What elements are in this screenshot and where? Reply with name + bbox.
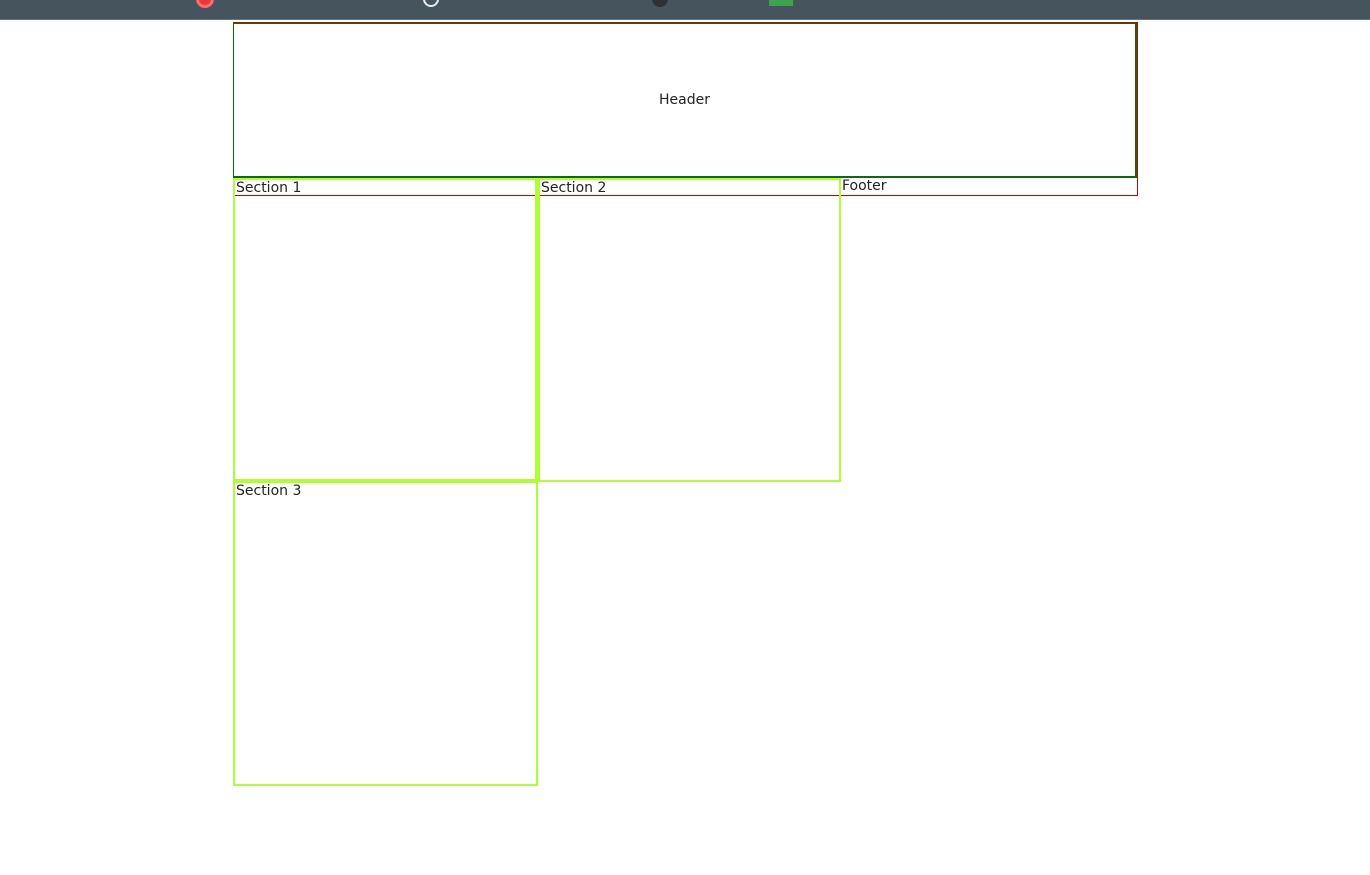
- section-2-box: Section 2: [537, 178, 841, 482]
- header-box: Header: [233, 23, 1137, 178]
- bookmark-dark-icon[interactable]: [652, 0, 668, 7]
- section-1-box: Section 1: [233, 178, 537, 483]
- bookmark-green-icon[interactable]: [769, 0, 793, 6]
- bookmark-red-icon[interactable]: [196, 0, 214, 8]
- header-label: Header: [659, 92, 710, 108]
- section-1-label: Section 1: [236, 180, 302, 196]
- bookmark-ring-icon[interactable]: [423, 0, 439, 7]
- section-3-label: Section 3: [236, 483, 302, 499]
- footer-label: Footer: [842, 178, 887, 194]
- bookmarks-bar: [0, 0, 1370, 20]
- section-2-label: Section 2: [541, 180, 607, 196]
- section-3-box: Section 3: [233, 481, 538, 786]
